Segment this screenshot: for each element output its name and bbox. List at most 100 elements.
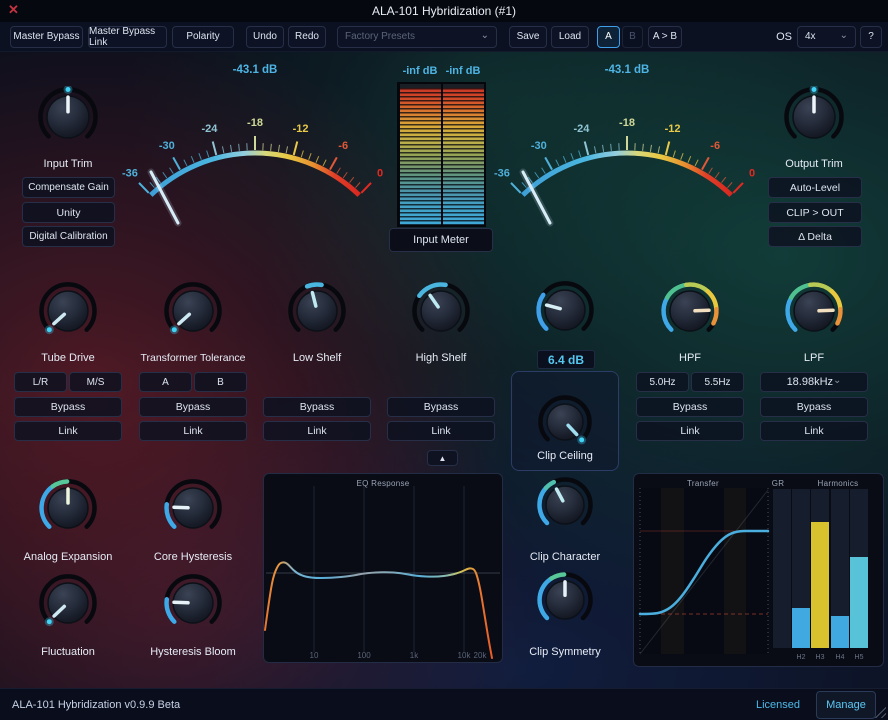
svg-text:-36: -36 <box>494 168 510 180</box>
svg-text:H5: H5 <box>855 654 864 661</box>
eq-response-title: EQ Response <box>323 479 443 488</box>
lpf-bypass-button[interactable]: Bypass <box>760 397 868 417</box>
right-vu-meter: -36-30-24-18-12-60 <box>489 85 765 240</box>
svg-text:0: 0 <box>749 168 755 180</box>
clip-drive-knob[interactable] <box>535 280 595 345</box>
help-button[interactable]: ? <box>860 26 882 48</box>
transformer-tolerance-knob[interactable] <box>163 281 223 346</box>
transformer-b-button[interactable]: B <box>194 372 247 392</box>
svg-text:-6: -6 <box>338 140 348 152</box>
auto-level-button[interactable]: Auto-Level <box>768 177 862 198</box>
svg-text:100: 100 <box>357 651 371 660</box>
lpf-link-button[interactable]: Link <box>760 421 868 441</box>
expand-arrow-button[interactable]: ▲ <box>427 450 458 466</box>
plugin-window: ✕ ALA-101 Hybridization (#1) Master Bypa… <box>0 0 888 720</box>
tube-drive-knob[interactable] <box>38 281 98 346</box>
close-icon[interactable]: ✕ <box>8 2 19 18</box>
ab-a-button[interactable]: A <box>597 26 620 48</box>
version-text: ALA-101 Hybridization v0.9.9 Beta <box>12 699 180 711</box>
clip-ceiling-label: Clip Ceiling <box>503 450 627 462</box>
tube-drive-ms-button[interactable]: M/S <box>69 372 122 392</box>
gr-title: GR <box>766 479 790 488</box>
input-meter-button[interactable]: Input Meter <box>389 228 493 252</box>
title-bar: ✕ ALA-101 Hybridization (#1) <box>0 0 888 22</box>
input-trim-knob[interactable] <box>37 86 99 153</box>
svg-text:10: 10 <box>310 651 319 660</box>
undo-button[interactable]: Undo <box>246 26 284 48</box>
polarity-button[interactable]: Polarity <box>172 26 234 48</box>
clip-character-label: Clip Character <box>503 551 627 563</box>
transformer-tolerance-label: Transformer Tolerance <box>131 352 255 364</box>
clip-symmetry-label: Clip Symmetry <box>503 646 627 658</box>
input-bar-meters <box>397 82 486 227</box>
low-shelf-knob[interactable] <box>287 281 347 346</box>
digital-calibration-button[interactable]: Digital Calibration <box>22 226 115 247</box>
fluctuation-knob[interactable] <box>38 573 98 638</box>
svg-text:-18: -18 <box>247 117 263 129</box>
eq-response-chart: 101001k10k20k <box>264 474 502 662</box>
hpf-bypass-button[interactable]: Bypass <box>636 397 744 417</box>
low-shelf-bypass-button[interactable]: Bypass <box>263 397 371 417</box>
save-button[interactable]: Save <box>509 26 547 48</box>
harmonics-title: Harmonics <box>800 479 876 488</box>
hpf-freq-b-button[interactable]: 5.5Hz <box>691 372 744 392</box>
manage-button[interactable]: Manage <box>816 691 876 719</box>
transfer-title: Transfer <box>663 479 743 488</box>
oversampling-label: OS <box>776 31 792 43</box>
core-hysteresis-knob[interactable] <box>163 478 223 543</box>
load-button[interactable]: Load <box>551 26 589 48</box>
bar-meter-left <box>400 84 441 225</box>
high-shelf-bypass-button[interactable]: Bypass <box>387 397 495 417</box>
svg-text:20k: 20k <box>474 651 488 660</box>
high-shelf-link-button[interactable]: Link <box>387 421 495 441</box>
hysteresis-bloom-knob[interactable] <box>163 573 223 638</box>
transformer-link-button[interactable]: Link <box>139 421 247 441</box>
clip-drive-value[interactable]: 6.4 dB <box>537 350 595 369</box>
left-vu-meter: -36-30-24-18-12-60 <box>117 85 393 240</box>
transformer-a-button[interactable]: A <box>139 372 192 392</box>
compensate-gain-button[interactable]: Compensate Gain <box>22 177 115 198</box>
lpf-knob[interactable] <box>784 281 844 346</box>
low-shelf-link-button[interactable]: Link <box>263 421 371 441</box>
oversampling-dropdown[interactable]: 4x ⌄ <box>797 26 856 48</box>
svg-text:-30: -30 <box>159 140 175 152</box>
clip-ceiling-knob[interactable] <box>537 394 593 455</box>
hpf-link-button[interactable]: Link <box>636 421 744 441</box>
output-trim-label: Output Trim <box>752 158 876 170</box>
tube-drive-lr-button[interactable]: L/R <box>14 372 67 392</box>
transformer-bypass-button[interactable]: Bypass <box>139 397 247 417</box>
preset-dropdown[interactable]: Factory Presets ⌄ <box>337 26 497 48</box>
transfer-panel: H2H3H4H5 <box>633 473 884 667</box>
high-shelf-knob[interactable] <box>411 281 471 346</box>
clip-symmetry-knob[interactable] <box>536 571 594 634</box>
chevron-down-icon: ⌄ <box>481 30 489 41</box>
licensed-text: Licensed <box>756 699 800 711</box>
core-hysteresis-label: Core Hysteresis <box>131 551 255 563</box>
ab-b-button[interactable]: B <box>622 26 643 48</box>
redo-button[interactable]: Redo <box>288 26 326 48</box>
svg-text:H2: H2 <box>797 654 806 661</box>
tube-drive-bypass-button[interactable]: Bypass <box>14 397 122 417</box>
master-bypass-link-button[interactable]: Master Bypass Link <box>88 26 167 48</box>
clip-character-knob[interactable] <box>536 476 594 539</box>
lpf-label: LPF <box>752 352 876 364</box>
left-vu-value: -43.1 dB <box>195 64 315 76</box>
toolbar: Master Bypass Master Bypass Link Polarit… <box>0 22 888 52</box>
hpf-freq-a-button[interactable]: 5.0Hz <box>636 372 689 392</box>
svg-text:-30: -30 <box>531 140 547 152</box>
master-bypass-button[interactable]: Master Bypass <box>10 26 83 48</box>
svg-text:-6: -6 <box>710 140 720 152</box>
analog-expansion-knob[interactable] <box>38 478 98 543</box>
hpf-knob[interactable] <box>660 281 720 346</box>
lpf-freq-dropdown[interactable]: 18.98kHz ⌄ <box>760 372 868 392</box>
delta-button[interactable]: Δ Delta <box>768 226 862 247</box>
unity-button[interactable]: Unity <box>22 202 115 223</box>
high-shelf-label: High Shelf <box>379 352 503 364</box>
svg-text:-12: -12 <box>665 123 681 135</box>
output-trim-knob[interactable] <box>783 86 845 153</box>
hysteresis-bloom-label: Hysteresis Bloom <box>131 646 255 658</box>
a-to-b-button[interactable]: A > B <box>648 26 682 48</box>
svg-text:H3: H3 <box>816 654 825 661</box>
clip-to-out-button[interactable]: CLIP > OUT <box>768 202 862 223</box>
tube-drive-link-button[interactable]: Link <box>14 421 122 441</box>
